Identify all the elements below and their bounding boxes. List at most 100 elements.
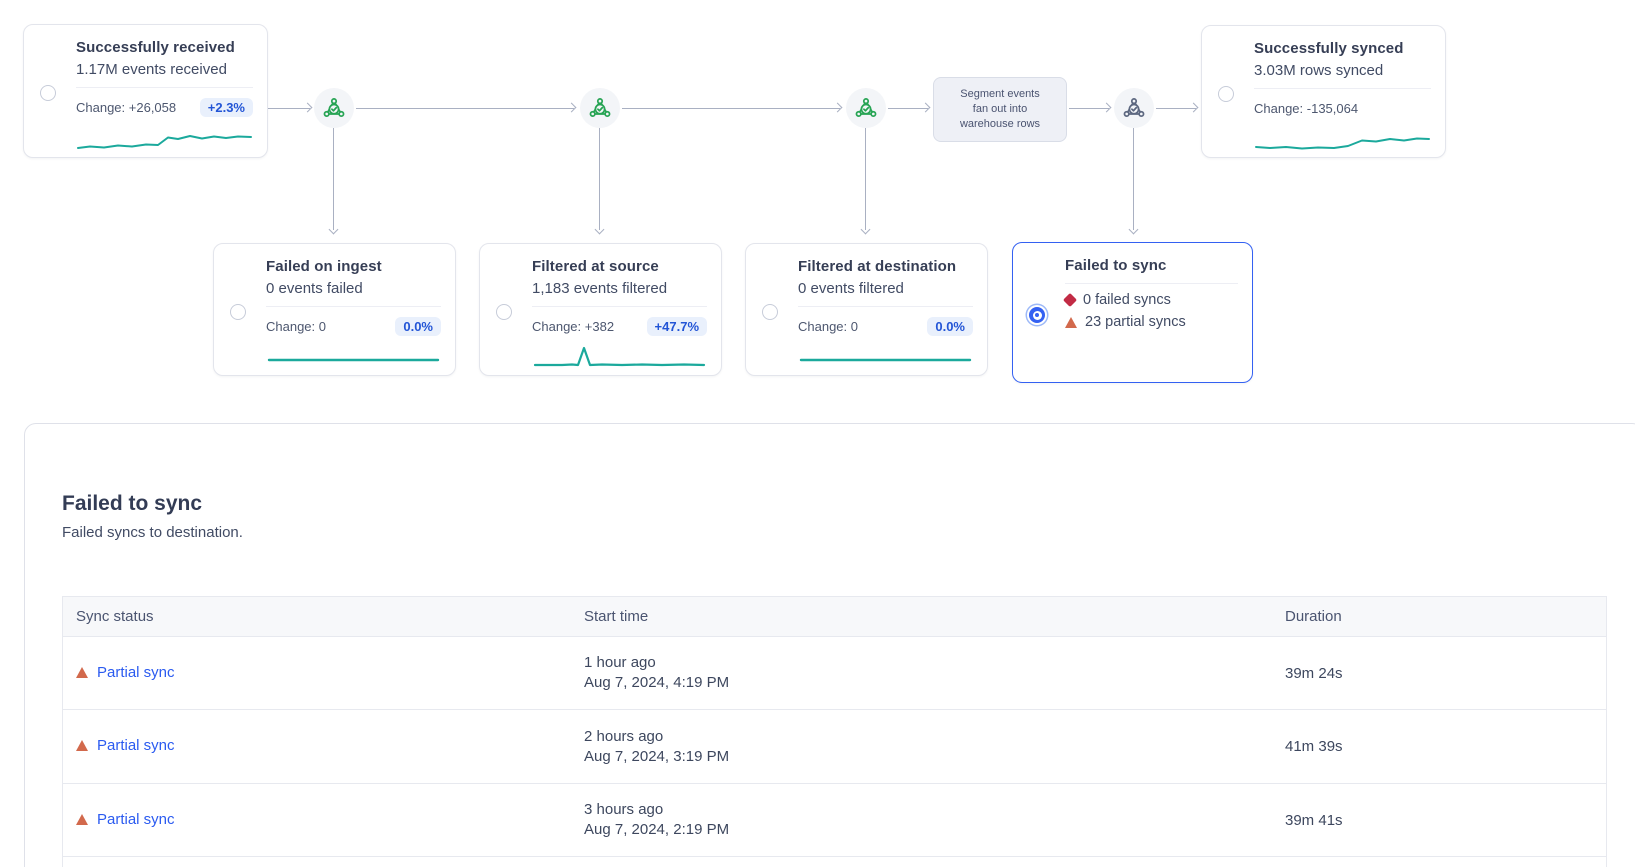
partial-sync-link[interactable]: Partial sync bbox=[76, 664, 175, 681]
sparkline bbox=[798, 344, 973, 372]
card-title: Failed to sync bbox=[1065, 257, 1238, 274]
arrow-right-icon bbox=[303, 103, 313, 113]
duration-value: 39m 41s bbox=[1271, 812, 1606, 829]
diamond-icon bbox=[1063, 293, 1077, 307]
metric-card-successfully-received[interactable]: Successfully received 1.17M events recei… bbox=[23, 24, 268, 158]
relative-time: 3 hours ago bbox=[584, 800, 1271, 820]
change-badge: +2.3% bbox=[200, 98, 253, 117]
sync-node bbox=[1114, 88, 1154, 128]
connector-line bbox=[622, 108, 840, 109]
table-row: Partial sync 2 hours ago Aug 7, 2024, 3:… bbox=[63, 710, 1606, 784]
partial-sync-link[interactable]: Partial sync bbox=[76, 737, 175, 754]
change-label: Change: 0 bbox=[266, 319, 326, 334]
failed-to-sync-panel: Failed to sync Failed syncs to destinati… bbox=[24, 423, 1635, 867]
status-label: Partial sync bbox=[97, 737, 175, 754]
column-header-sync-status: Sync status bbox=[63, 608, 570, 625]
timestamp: Aug 7, 2024, 3:19 PM bbox=[584, 747, 1271, 767]
card-title: Successfully synced bbox=[1254, 40, 1431, 57]
metric-card-successfully-synced[interactable]: Successfully synced 3.03M rows synced Ch… bbox=[1201, 25, 1446, 158]
change-label: Change: +26,058 bbox=[76, 100, 176, 115]
timestamp: Aug 7, 2024, 4:19 PM bbox=[584, 673, 1271, 693]
radio-filtered-at-source[interactable] bbox=[496, 304, 512, 320]
radio-failed-on-ingest[interactable] bbox=[230, 304, 246, 320]
partial-syncs-stat: 23 partial syncs bbox=[1065, 314, 1238, 330]
card-title: Filtered at source bbox=[532, 258, 707, 275]
sync-node-icon bbox=[589, 97, 611, 119]
metric-card-filtered-at-destination[interactable]: Filtered at destination 0 events filtere… bbox=[745, 243, 988, 376]
sparkline bbox=[532, 344, 707, 372]
change-label: Change: +382 bbox=[532, 319, 614, 334]
fanout-note-line: Segment events bbox=[960, 87, 1040, 102]
sync-node-icon bbox=[323, 97, 345, 119]
table-header-row: Sync status Start time Duration bbox=[63, 597, 1606, 637]
metric-card-filtered-at-source[interactable]: Filtered at source 1,183 events filtered… bbox=[479, 243, 722, 376]
change-badge: +47.7% bbox=[647, 317, 707, 336]
radio-failed-to-sync[interactable] bbox=[1029, 307, 1045, 323]
panel-description: Failed syncs to destination. bbox=[62, 524, 243, 541]
fanout-note-line: fan out into bbox=[973, 102, 1027, 117]
relative-time: 1 hour ago bbox=[584, 653, 1271, 673]
column-header-duration: Duration bbox=[1271, 608, 1606, 625]
stat-label: 23 partial syncs bbox=[1085, 314, 1186, 330]
connector-line bbox=[599, 128, 600, 230]
ingest-node bbox=[314, 88, 354, 128]
change-label: Change: -135,064 bbox=[1254, 101, 1358, 116]
panel-title: Failed to sync bbox=[62, 492, 202, 516]
metric-card-failed-on-ingest[interactable]: Failed on ingest 0 events failed Change:… bbox=[213, 243, 456, 376]
triangle-icon bbox=[76, 667, 88, 678]
duration-value: 39m 24s bbox=[1271, 665, 1606, 682]
arrow-down-icon bbox=[595, 225, 605, 235]
triangle-icon bbox=[1065, 317, 1077, 328]
change-label: Change: 0 bbox=[798, 319, 858, 334]
status-label: Partial sync bbox=[97, 811, 175, 828]
card-subtitle: 3.03M rows synced bbox=[1254, 62, 1431, 79]
connector-line bbox=[1133, 128, 1134, 230]
radio-filtered-at-destination[interactable] bbox=[762, 304, 778, 320]
sync-table: Sync status Start time Duration Partial … bbox=[62, 596, 1607, 867]
arrow-right-icon bbox=[1102, 103, 1112, 113]
divider bbox=[798, 306, 973, 307]
source-filter-node bbox=[580, 88, 620, 128]
arrow-down-icon bbox=[861, 225, 871, 235]
change-badge: 0.0% bbox=[927, 317, 973, 336]
fanout-note: Segment events fan out into warehouse ro… bbox=[933, 77, 1067, 142]
destination-filter-node bbox=[846, 88, 886, 128]
change-badge: 0.0% bbox=[395, 317, 441, 336]
arrow-right-icon bbox=[567, 103, 577, 113]
sparkline bbox=[76, 125, 253, 153]
arrow-down-icon bbox=[1129, 225, 1139, 235]
arrow-right-icon bbox=[921, 103, 931, 113]
divider bbox=[1065, 283, 1238, 284]
stat-label: 0 failed syncs bbox=[1083, 292, 1171, 308]
card-title: Filtered at destination bbox=[798, 258, 973, 275]
table-row: Partial sync 1 hour ago Aug 7, 2024, 4:1… bbox=[63, 637, 1606, 710]
radio-successfully-received[interactable] bbox=[40, 85, 56, 101]
partial-sync-link[interactable]: Partial sync bbox=[76, 811, 175, 828]
card-title: Failed on ingest bbox=[266, 258, 441, 275]
metric-card-failed-to-sync[interactable]: Failed to sync 0 failed syncs 23 partial… bbox=[1012, 242, 1253, 383]
arrow-down-icon bbox=[329, 225, 339, 235]
card-subtitle: 0 events filtered bbox=[798, 280, 973, 297]
triangle-icon bbox=[76, 740, 88, 751]
card-title: Successfully received bbox=[76, 39, 253, 56]
card-subtitle: 1.17M events received bbox=[76, 61, 253, 78]
connector-line bbox=[865, 128, 866, 230]
sparkline bbox=[1254, 126, 1431, 154]
divider bbox=[266, 306, 441, 307]
fanout-note-line: warehouse rows bbox=[960, 117, 1040, 132]
divider bbox=[532, 306, 707, 307]
sync-health-page: Segment events fan out into warehouse ro… bbox=[0, 0, 1635, 867]
radio-successfully-synced[interactable] bbox=[1218, 86, 1234, 102]
connector-line bbox=[356, 108, 574, 109]
arrow-right-icon bbox=[1189, 103, 1199, 113]
status-label: Partial sync bbox=[97, 664, 175, 681]
column-header-start-time: Start time bbox=[570, 608, 1271, 625]
divider bbox=[76, 87, 253, 88]
sync-node-icon bbox=[855, 97, 877, 119]
divider bbox=[1254, 88, 1431, 89]
relative-time: 2 hours ago bbox=[584, 727, 1271, 747]
sync-node-icon bbox=[1123, 97, 1145, 119]
card-subtitle: 0 events failed bbox=[266, 280, 441, 297]
table-row-cutoff bbox=[63, 857, 1606, 867]
timestamp: Aug 7, 2024, 2:19 PM bbox=[584, 820, 1271, 840]
